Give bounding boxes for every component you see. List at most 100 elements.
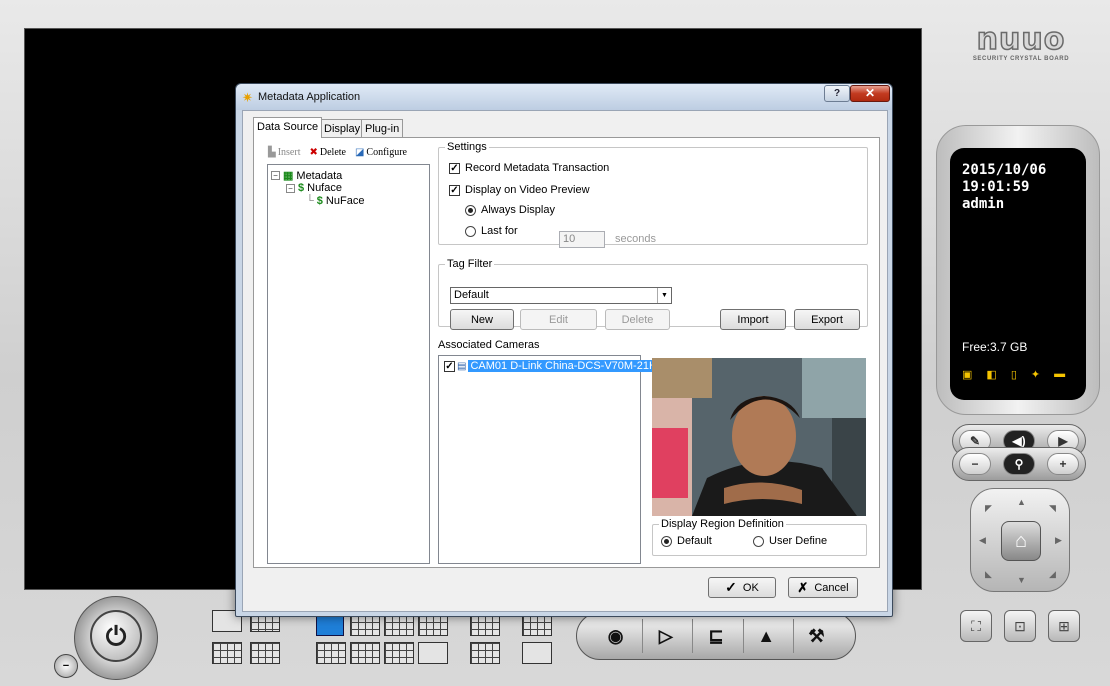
layout-9-icon[interactable] (384, 614, 414, 636)
layout-n-icon[interactable] (418, 642, 448, 664)
tab-plug-in[interactable]: Plug-in (361, 119, 404, 138)
import-button[interactable]: Import (720, 309, 786, 330)
display-on-preview-checkbox[interactable]: ✓ Display on Video Preview (449, 184, 590, 196)
layout-4-icon[interactable] (350, 614, 380, 636)
tree-node-nuface-group[interactable]: − $ Nuface (286, 182, 342, 194)
record-icon[interactable]: ◉ (593, 619, 638, 653)
layout-64-icon[interactable] (384, 642, 414, 664)
region-user-define-label: User Define (769, 535, 828, 547)
cancel-x-icon: ✗ (797, 579, 809, 595)
tree-node-label: Nuface (307, 182, 342, 194)
checkbox-checked-icon: ✓ (449, 184, 460, 196)
display-on-preview-label: Display on Video Preview (465, 184, 590, 196)
zoom-in-icon[interactable]: + (1047, 453, 1079, 475)
ptz-up-left-icon[interactable]: ◤ (985, 503, 992, 514)
always-display-radio[interactable]: Always Display (465, 204, 555, 216)
add-view-icon[interactable]: ⊞ (1048, 610, 1080, 642)
date-readout: 2015/10/06 (962, 162, 1047, 178)
minimize-icon[interactable]: − (54, 654, 78, 678)
close-button[interactable]: ✕ (850, 85, 890, 102)
layout-20-icon[interactable] (212, 642, 242, 664)
tag-filter-legend: Tag Filter (447, 258, 493, 270)
playback-icon[interactable]: ▷ (642, 619, 688, 653)
ptz-down-left-icon[interactable]: ◣ (985, 569, 992, 580)
associated-cameras-label: Associated Cameras (438, 339, 540, 351)
alert-icon[interactable]: ▲ (742, 619, 789, 653)
settings-group: Settings ✓ Record Metadata Transaction ✓… (438, 141, 868, 248)
layout-close-icon[interactable] (522, 642, 552, 664)
camera-list-item[interactable]: ✓ ▤ CAM01 D-Link China-DCS-V70M-21H2 (444, 360, 666, 372)
layout-16-icon[interactable] (470, 614, 500, 636)
metadata-icon: ▦ (283, 170, 294, 182)
logo-text: nuuo (976, 22, 1066, 57)
zoom-out-icon[interactable]: − (959, 453, 991, 475)
keyboard-icon: ▬ (1054, 368, 1066, 380)
tab-display[interactable]: Display (320, 119, 365, 138)
tree-node-nuface[interactable]: └ $ NuFace (306, 195, 364, 207)
record-metadata-checkbox[interactable]: ✓ Record Metadata Transaction (449, 162, 609, 174)
ok-button[interactable]: ✓ OK (708, 577, 776, 598)
time-readout: 19:01:59 (962, 179, 1030, 195)
help-button[interactable]: ? (824, 85, 850, 102)
data-source-panel: ▙ Insert ✖ Delete ◪ Configure − ▦ Metada… (253, 137, 880, 568)
tools-icon[interactable]: ⚒ (792, 619, 839, 653)
radio-selected-icon (465, 204, 476, 216)
plugin-icon: $ (316, 195, 323, 207)
layout-25-icon[interactable] (250, 642, 280, 664)
ptz-left-icon[interactable]: ◀ (979, 535, 986, 546)
ptz-right-icon[interactable]: ▶ (1055, 535, 1062, 546)
region-default-radio[interactable]: Default (661, 535, 712, 547)
camera-preview-image (652, 358, 866, 516)
tag-filter-group: Tag Filter Default ▼ New Edit Delete Imp… (438, 258, 868, 330)
free-space-readout: Free:3.7 GB (962, 340, 1028, 354)
radio-unselected-icon (465, 225, 476, 237)
new-button[interactable]: New (450, 309, 514, 330)
delete-button[interactable]: Delete (605, 309, 670, 330)
layout-13-icon[interactable] (418, 614, 448, 636)
insert-button[interactable]: ▙ Insert (268, 147, 300, 158)
last-for-radio[interactable]: Last for (465, 225, 518, 237)
plugin-icon: $ (298, 182, 305, 194)
ptz-down-icon[interactable]: ▼ (1017, 575, 1026, 585)
collapse-icon[interactable]: − (271, 171, 280, 180)
delete-icon: ✖ (309, 147, 318, 158)
region-user-define-radio[interactable]: User Define (753, 535, 827, 547)
insert-icon: ▙ (268, 147, 276, 158)
configure-icon: ◪ (354, 147, 365, 158)
status-icons: ▣ ◧ ▯ ✦ ▬ (962, 368, 1065, 381)
zoom-icon[interactable]: ⚲ (1003, 453, 1035, 475)
checkbox-checked-icon[interactable]: ✓ (444, 360, 455, 372)
ptz-up-right-icon[interactable]: ◥ (1049, 503, 1056, 514)
export-button[interactable]: Export (794, 309, 860, 330)
user-readout: admin (962, 196, 1005, 212)
schedule-icon[interactable]: ⊑ (692, 619, 738, 653)
monitor-icon: ▣ (962, 369, 973, 381)
collapse-icon[interactable]: − (286, 183, 295, 193)
ptz-home-icon[interactable]: ⌂ (1001, 521, 1041, 561)
center-icon[interactable]: ⊡ (1004, 610, 1036, 642)
dialog-titlebar[interactable]: ✷ Metadata Application ? ✕ (236, 84, 892, 110)
layout-49-icon[interactable] (350, 642, 380, 664)
delete-node-button[interactable]: ✖ Delete (309, 147, 345, 158)
app-icon: ✷ (242, 90, 253, 105)
region-default-label: Default (677, 535, 712, 547)
tab-data-source[interactable]: Data Source (253, 117, 323, 138)
layout-full-icon[interactable] (470, 642, 500, 664)
ptz-down-right-icon[interactable]: ◢ (1049, 569, 1056, 580)
power-icon[interactable]: ⏻ (90, 610, 142, 662)
metadata-dialog: ✷ Metadata Application ? ✕ Data Source D… (235, 83, 893, 617)
dialog-body: Data Source Display Plug-in ▙ Insert ✖ D… (242, 110, 888, 612)
ptz-up-icon[interactable]: ▲ (1017, 497, 1026, 507)
cancel-button[interactable]: ✗ Cancel (788, 577, 858, 598)
tag-filter-select[interactable]: Default ▼ (450, 287, 672, 304)
layout-sequence-icon[interactable] (522, 614, 552, 636)
tree-node-metadata[interactable]: − ▦ Metadata (271, 169, 342, 182)
ok-label: OK (742, 581, 759, 594)
edit-button[interactable]: Edit (520, 309, 597, 330)
last-for-seconds-input[interactable]: 10 (559, 231, 605, 248)
display-region-group: Display Region Definition Default User D… (652, 518, 867, 556)
layout-36-icon[interactable] (316, 642, 346, 664)
fullscreen-icon[interactable]: ⛶ (960, 610, 992, 642)
chevron-down-icon[interactable]: ▼ (657, 288, 671, 303)
configure-button[interactable]: ◪ Configure (355, 147, 407, 158)
